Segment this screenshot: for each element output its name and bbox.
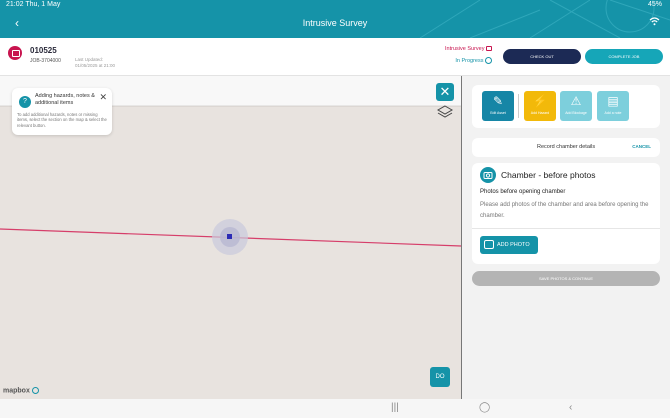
warning-icon: ⚠ bbox=[570, 94, 582, 108]
recent-apps-icon[interactable]: ||| bbox=[391, 402, 399, 413]
tip-title: Adding hazards, notes & additional items bbox=[35, 93, 95, 106]
last-updated: Last Updated: 01/05/2025 at 21:00 bbox=[75, 57, 115, 69]
record-chamber-card: Record chamber details CANCEL bbox=[472, 138, 660, 157]
add-photo-button[interactable]: ADD PHOTO bbox=[480, 236, 538, 254]
mapbox-attribution: mapbox bbox=[3, 387, 39, 394]
card-divider bbox=[472, 228, 660, 229]
close-map-button[interactable]: ✕ bbox=[436, 83, 454, 101]
page-title: Intrusive Survey bbox=[302, 18, 368, 28]
tool-label: Edit Asset bbox=[490, 111, 506, 115]
note-icon: ▤ bbox=[607, 94, 619, 108]
help-icon: ? bbox=[19, 96, 31, 108]
job-briefcase-icon bbox=[8, 46, 22, 60]
pencil-icon: ✎ bbox=[492, 94, 504, 108]
close-tip-button[interactable]: ✕ bbox=[99, 92, 107, 103]
edit-asset-button[interactable]: ✎ Edit Asset bbox=[482, 91, 514, 121]
hazard-tip-card: ? Adding hazards, notes & additional ite… bbox=[12, 88, 112, 135]
map-action-button[interactable]: DO bbox=[430, 367, 450, 387]
system-nav-bar: ||| ◯ ‹ bbox=[0, 399, 670, 418]
add-photo-label: ADD PHOTO bbox=[497, 242, 530, 248]
add-blockage-button[interactable]: ⚠ Add Blockage bbox=[560, 91, 592, 121]
status-bar: 21:02 Thu, 1 May 45% bbox=[0, 0, 670, 11]
check-out-button[interactable]: CHECK OUT bbox=[503, 49, 581, 64]
clock-icon bbox=[485, 57, 492, 64]
asset-marker bbox=[227, 234, 232, 239]
job-number: 010525 bbox=[30, 46, 57, 55]
tip-body: To add additional hazards, notes or miss… bbox=[17, 112, 107, 128]
add-hazard-button[interactable]: ⚡ Add Hazard bbox=[524, 91, 556, 121]
complete-job-button[interactable]: COMPLETE JOB bbox=[585, 49, 663, 64]
cancel-button[interactable]: CANCEL bbox=[632, 144, 651, 149]
status-battery: 45% bbox=[647, 1, 662, 8]
save-continue-button[interactable]: SAVE PHOTOS & CONTINUE bbox=[472, 271, 660, 286]
close-icon: ✕ bbox=[439, 84, 451, 99]
add-photo-icon bbox=[484, 240, 494, 249]
job-header: 010525 JOB-3704000 Last Updated: 01/05/2… bbox=[0, 38, 670, 76]
add-note-button[interactable]: ▤ Add a note bbox=[597, 91, 629, 121]
home-icon[interactable]: ◯ bbox=[479, 402, 490, 413]
wifi-icon bbox=[649, 17, 660, 26]
map-action-label: DO bbox=[435, 374, 445, 380]
tool-label: Add a note bbox=[604, 111, 622, 115]
chamber-subheading: Photos before opening chamber bbox=[480, 189, 566, 195]
info-icon bbox=[31, 387, 39, 394]
chamber-heading: Chamber - before photos bbox=[501, 170, 596, 180]
survey-type: Intrusive Survey bbox=[445, 46, 492, 52]
tool-separator bbox=[518, 94, 519, 118]
last-updated-value: 01/05/2025 at 21:00 bbox=[75, 63, 116, 68]
layers-icon[interactable] bbox=[437, 104, 453, 120]
app-bar: 21:02 Thu, 1 May 45% ‹ Intrusive Survey bbox=[0, 0, 670, 38]
clipboard-icon bbox=[486, 46, 492, 52]
close-icon: ✕ bbox=[99, 92, 107, 102]
tool-label: Add Hazard bbox=[530, 111, 550, 115]
tool-label: Add Blockage bbox=[565, 111, 587, 115]
job-id: JOB-3704000 bbox=[30, 58, 61, 64]
lightning-icon: ⚡ bbox=[532, 94, 548, 108]
back-icon[interactable]: ‹ bbox=[569, 402, 572, 413]
job-status: In Progress bbox=[455, 57, 492, 64]
record-chamber-label: Record chamber details bbox=[537, 144, 596, 150]
status-time-date: 21:02 Thu, 1 May bbox=[6, 1, 61, 8]
camera-icon bbox=[480, 167, 496, 183]
chamber-description: Please add photos of the chamber and are… bbox=[480, 202, 649, 219]
